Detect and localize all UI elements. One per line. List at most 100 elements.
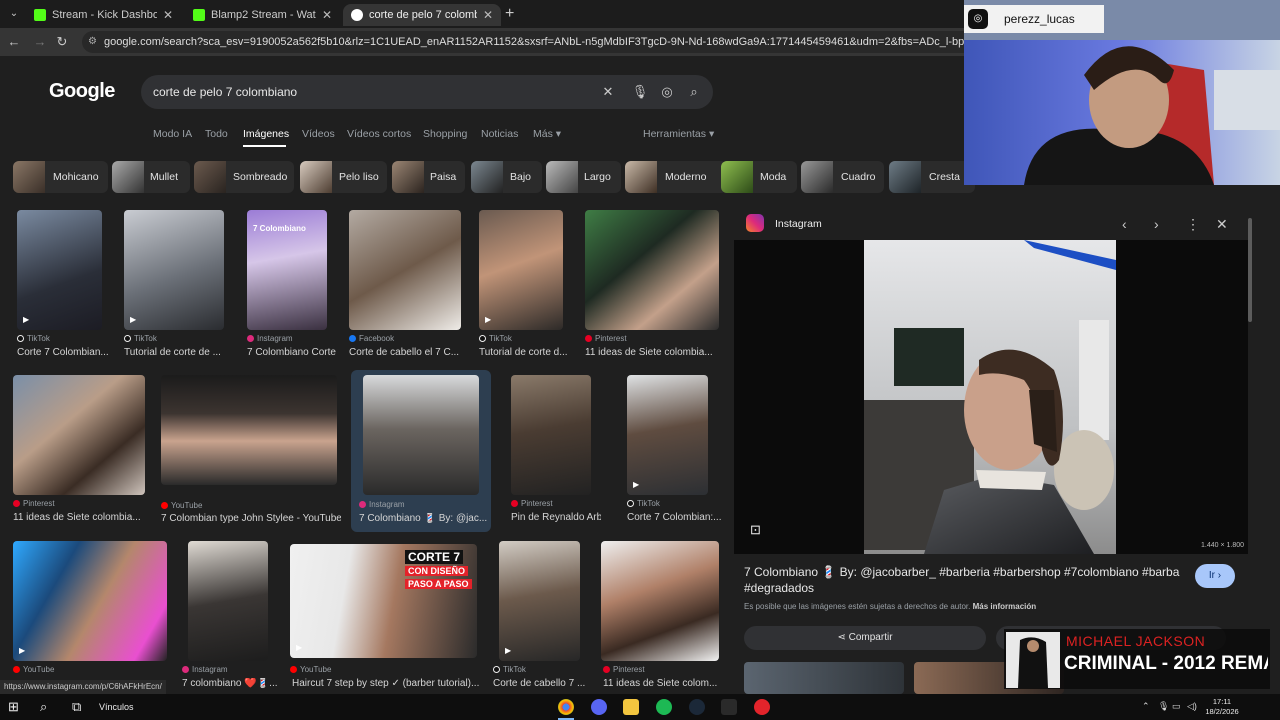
result-image[interactable]: ▶	[17, 210, 102, 330]
chip-cresta[interactable]: Cresta	[889, 161, 975, 193]
result-caption[interactable]: 11 ideas de Siete colombia...	[585, 347, 719, 358]
chip-moda[interactable]: Moda	[721, 161, 797, 193]
result-image[interactable]	[161, 375, 337, 485]
tab-search-icon[interactable]: ⌄	[6, 6, 22, 22]
result-caption[interactable]: 7 Colombian type John Stylee - YouTube	[161, 513, 341, 524]
tray-expand-icon[interactable]: ⌃	[1142, 701, 1150, 712]
discord-icon[interactable]	[591, 699, 607, 715]
result-image[interactable]	[585, 210, 719, 330]
search-input[interactable]	[153, 75, 593, 109]
google-logo[interactable]: Google	[49, 80, 115, 103]
result-caption[interactable]: Corte de cabello 7 ...	[493, 678, 588, 689]
back-icon[interactable]: ←	[6, 34, 22, 49]
filter-videos[interactable]: Vídeos	[302, 128, 335, 140]
obs-icon[interactable]	[754, 699, 770, 715]
result-caption[interactable]: 7 Colombiano Corte	[247, 347, 337, 358]
filter-videos-cortos[interactable]: Vídeos cortos	[347, 128, 411, 140]
result-caption[interactable]: Tutorial de corte de ...	[124, 347, 224, 358]
tab-google-search[interactable]: corte de pelo 7 colombiano - B ✕	[343, 4, 501, 26]
result-image[interactable]	[601, 541, 719, 661]
new-tab-icon[interactable]: +	[505, 5, 514, 23]
volume-icon[interactable]: ◁)	[1187, 701, 1197, 712]
filter-mas[interactable]: Más ▾	[533, 128, 561, 140]
task-view-icon[interactable]: ⧉	[72, 699, 81, 715]
file-explorer-icon[interactable]	[623, 699, 639, 715]
result-image[interactable]	[188, 541, 268, 661]
chip-bajo[interactable]: Bajo	[471, 161, 542, 193]
chip-mohicano[interactable]: Mohicano	[13, 161, 108, 193]
result-caption[interactable]: Haircut 7 step by step ✓ (barber tutoria…	[292, 678, 482, 689]
previous-icon[interactable]: ‹	[1122, 216, 1127, 232]
result-image[interactable]: ▶	[499, 541, 580, 661]
chip-cuadro[interactable]: Cuadro	[801, 161, 884, 193]
site-info-icon[interactable]: ⚙	[88, 31, 97, 53]
result-caption[interactable]: Corte 7 Colombian:...	[627, 512, 722, 523]
filter-modo-ia[interactable]: Modo IA	[153, 128, 192, 140]
result-image[interactable]	[349, 210, 461, 330]
close-tab-icon[interactable]: ✕	[322, 8, 332, 22]
result-image[interactable]	[511, 375, 591, 495]
filter-herramientas[interactable]: Herramientas ▾	[643, 128, 714, 140]
steam-icon[interactable]	[689, 699, 705, 715]
preview-image[interactable]	[864, 240, 1116, 554]
close-tab-icon[interactable]: ✕	[163, 8, 173, 22]
filter-todo[interactable]: Todo	[205, 128, 228, 140]
close-icon[interactable]: ✕	[1216, 216, 1228, 233]
result-caption[interactable]: 7 Colombiano 💈 By: @jac...	[359, 513, 487, 524]
filter-shopping[interactable]: Shopping	[423, 128, 467, 140]
share-button[interactable]: ⋖ Compartir	[744, 626, 986, 650]
chip-pelo-liso[interactable]: Pelo liso	[300, 161, 387, 193]
more-options-icon[interactable]: ⋮	[1186, 216, 1200, 233]
tab-kick-dashboard[interactable]: Stream - Kick Dashboard ✕	[26, 4, 181, 26]
network-icon[interactable]: ▭	[1172, 701, 1181, 712]
chip-moderno[interactable]: Moderno	[625, 161, 727, 193]
result-image[interactable]: ▶	[479, 210, 563, 330]
result-image[interactable]	[13, 375, 145, 495]
result-image[interactable]: 7 Colombiano	[247, 210, 327, 330]
more-info-link[interactable]: Más información	[973, 602, 1037, 611]
forward-icon[interactable]: →	[32, 34, 48, 49]
windows-start-icon[interactable]: ⊞	[8, 699, 19, 715]
chrome-icon[interactable]	[558, 699, 574, 715]
search-icon[interactable]: ⌕	[685, 83, 703, 101]
tab-blamp2-stream[interactable]: Blamp2 Stream - Watch Live on ✕	[185, 4, 340, 26]
address-bar[interactable]: ⚙ google.com/search?sca_esv=9190052a562f…	[82, 31, 982, 53]
panel-scrollbar[interactable]	[1248, 218, 1252, 322]
result-image[interactable]: CORTE 7 CON DISEÑO PASO A PASO ▶	[290, 544, 477, 658]
spotify-icon[interactable]	[656, 699, 672, 715]
close-tab-icon[interactable]: ✕	[483, 8, 493, 22]
result-caption[interactable]: Corte 7 Colombian...	[17, 347, 112, 358]
result-caption[interactable]: Pin de Reynaldo Arb...	[511, 512, 601, 523]
preview-source-name[interactable]: Instagram	[775, 218, 822, 230]
result-image[interactable]	[363, 375, 479, 495]
epic-games-icon[interactable]	[721, 699, 737, 715]
mic-icon[interactable]: 🎙	[631, 83, 649, 101]
result-card-selected[interactable]: Instagram 7 Colombiano 💈 By: @jac...	[351, 370, 491, 532]
visual-search-icon[interactable]: ⊡	[750, 522, 761, 538]
reload-icon[interactable]: ↻	[54, 34, 70, 50]
lens-icon[interactable]: ◎	[658, 83, 676, 101]
result-image[interactable]: ▶	[13, 541, 167, 661]
result-image[interactable]: ▶	[124, 210, 224, 330]
result-caption[interactable]: 7 colombiano ❤️💈...	[182, 678, 277, 689]
next-icon[interactable]: ›	[1154, 216, 1159, 232]
chip-sombreado[interactable]: Sombreado	[194, 161, 294, 193]
search-icon[interactable]: ⌕	[40, 699, 47, 715]
chip-paisa[interactable]: Paisa	[392, 161, 465, 193]
links-toolbar[interactable]: Vínculos	[99, 702, 134, 712]
related-image[interactable]	[744, 662, 904, 694]
result-caption[interactable]: Tutorial de corte d...	[479, 347, 569, 358]
result-image[interactable]: ▶	[627, 375, 708, 495]
visit-button[interactable]: Ir ›	[1195, 564, 1235, 588]
preview-title[interactable]: 7 Colombiano 💈 By: @jacobarber_ #barberi…	[744, 564, 1184, 596]
result-caption[interactable]: 11 ideas de Siete colombia...	[13, 512, 145, 523]
filter-imagenes[interactable]: Imágenes	[243, 128, 289, 140]
chip-mullet[interactable]: Mullet	[112, 161, 190, 193]
clear-icon[interactable]: ✕	[599, 83, 617, 101]
result-caption[interactable]: Corte de cabello el 7 C...	[349, 347, 461, 358]
result-caption[interactable]: 11 ideas de Siete colom...	[603, 678, 721, 689]
system-clock[interactable]: 17:11 18/2/2026	[1200, 697, 1244, 717]
mic-icon[interactable]: 🎙	[1158, 701, 1169, 712]
chip-largo[interactable]: Largo	[546, 161, 621, 193]
filter-noticias[interactable]: Noticias	[481, 128, 518, 140]
